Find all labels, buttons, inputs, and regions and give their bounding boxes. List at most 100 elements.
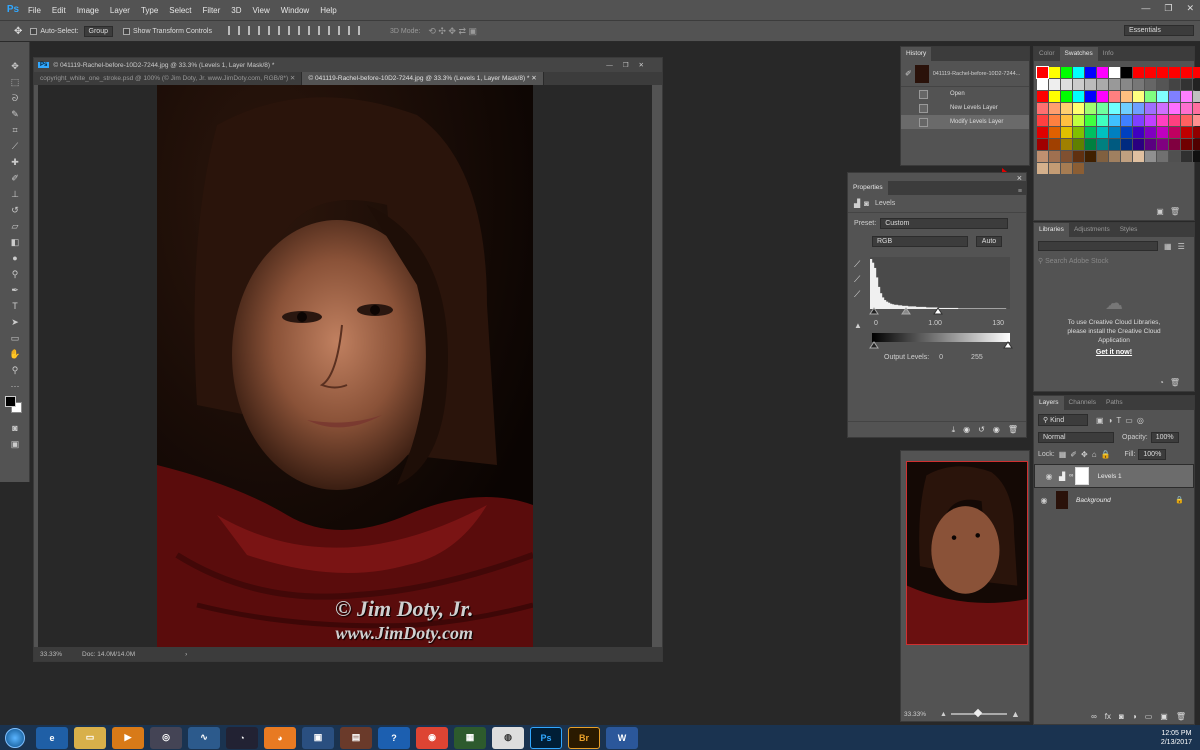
color-swatch[interactable] xyxy=(1169,103,1180,114)
color-swatch[interactable] xyxy=(1085,79,1096,90)
menu-edit[interactable]: Edit xyxy=(52,6,66,15)
start-button[interactable] xyxy=(0,725,30,750)
history-item-selected[interactable]: Modify Levels Layer xyxy=(901,115,1029,129)
tab-styles[interactable]: Styles xyxy=(1115,223,1143,237)
color-swatch[interactable] xyxy=(1193,67,1200,78)
gray-point-eyedropper-icon[interactable]: ⟋ xyxy=(854,272,866,287)
firefox-icon[interactable]: ◕ xyxy=(264,726,296,749)
color-swatch[interactable] xyxy=(1157,103,1168,114)
blend-mode-dropdown[interactable]: Normal xyxy=(1038,432,1114,443)
color-swatch[interactable] xyxy=(1037,127,1048,138)
color-swatch[interactable] xyxy=(1097,79,1108,90)
color-swatch[interactable] xyxy=(1181,67,1192,78)
minimize-button[interactable]: — xyxy=(1141,3,1150,14)
color-swatch[interactable] xyxy=(1181,151,1192,162)
doc-size[interactable]: Doc: 14.0M/14.0M xyxy=(82,651,135,658)
color-swatch[interactable] xyxy=(1181,103,1192,114)
color-swatch[interactable] xyxy=(1169,127,1180,138)
color-swatch[interactable] xyxy=(1169,67,1180,78)
color-swatch[interactable] xyxy=(1097,67,1108,78)
color-swatch[interactable] xyxy=(1085,115,1096,126)
3d-tools-icons[interactable]: ⟲ ✣ ✥ ⇄ ▣ xyxy=(428,26,477,37)
view-previous-icon[interactable]: ◉ xyxy=(963,425,970,434)
zoom-out-icon[interactable]: ▲ xyxy=(940,711,947,718)
color-swatch[interactable] xyxy=(1181,91,1192,102)
word-taskbar-icon[interactable]: W xyxy=(606,726,638,749)
path-select-icon[interactable]: ➤ xyxy=(0,314,30,330)
layer-name[interactable]: Background xyxy=(1076,497,1111,504)
color-swatch[interactable] xyxy=(1037,139,1048,150)
lock-icon[interactable]: 🔒 xyxy=(1175,496,1184,504)
color-swatch[interactable] xyxy=(1097,103,1108,114)
color-swatch[interactable] xyxy=(1037,79,1048,90)
color-swatch[interactable] xyxy=(1049,139,1060,150)
color-swatch[interactable] xyxy=(1049,103,1060,114)
output-black-value[interactable]: 0 xyxy=(939,354,943,361)
hand-icon[interactable]: ✋ xyxy=(0,346,30,362)
color-swatch[interactable] xyxy=(1085,139,1096,150)
stock-search[interactable]: ⚲ Search Adobe Stock xyxy=(1034,255,1194,267)
color-swatch[interactable] xyxy=(1061,91,1072,102)
input-white-value[interactable]: 130 xyxy=(992,320,1004,327)
color-swatch[interactable] xyxy=(1157,67,1168,78)
color-swatch[interactable] xyxy=(1097,91,1108,102)
tab-info[interactable]: Info xyxy=(1098,47,1119,61)
menu-view[interactable]: View xyxy=(253,6,270,15)
color-swatch[interactable] xyxy=(1037,115,1048,126)
color-swatch[interactable] xyxy=(1061,127,1072,138)
color-swatch[interactable] xyxy=(1085,91,1096,102)
link-layers-icon[interactable]: ∞ xyxy=(1091,712,1097,721)
app-icon[interactable]: ◎ xyxy=(150,726,182,749)
color-swatch[interactable] xyxy=(1181,127,1192,138)
align-buttons[interactable] xyxy=(227,25,368,37)
color-swatch[interactable] xyxy=(1145,151,1156,162)
color-swatch[interactable] xyxy=(1073,115,1084,126)
color-swatch[interactable] xyxy=(1145,127,1156,138)
reset-icon[interactable]: ↺ xyxy=(978,425,985,434)
color-swatch[interactable] xyxy=(1073,127,1084,138)
color-swatch[interactable] xyxy=(1193,151,1200,162)
input-sliders[interactable] xyxy=(868,307,1012,315)
input-black-value[interactable]: 0 xyxy=(874,320,878,327)
opacity-input[interactable]: 100% xyxy=(1150,432,1179,443)
color-swatch[interactable] xyxy=(1073,163,1084,174)
lasso-icon[interactable]: ᘐ xyxy=(0,90,30,106)
screen-mode-icon[interactable]: ▣ xyxy=(0,436,30,452)
healing-icon[interactable]: ✚ xyxy=(0,154,30,170)
color-swatch[interactable] xyxy=(1061,151,1072,162)
quick-select-icon[interactable]: ✎ xyxy=(0,106,30,122)
history-item[interactable]: New Levels Layer xyxy=(901,101,1029,115)
mask-icon[interactable]: ◙ xyxy=(864,199,869,208)
dodge-icon[interactable]: ⚲ xyxy=(0,266,30,282)
auto-select-checkbox[interactable] xyxy=(30,27,38,35)
color-swatch[interactable] xyxy=(1109,67,1120,78)
file-explorer-icon[interactable]: ▭ xyxy=(74,726,106,749)
color-swatch[interactable] xyxy=(1037,163,1048,174)
menu-file[interactable]: File xyxy=(28,6,41,15)
menu-3d[interactable]: 3D xyxy=(231,6,241,15)
color-swatch[interactable] xyxy=(1145,67,1156,78)
color-swatch[interactable] xyxy=(1157,127,1168,138)
color-swatch[interactable] xyxy=(1145,79,1156,90)
color-swatch[interactable] xyxy=(1157,79,1168,90)
clip-to-layer-icon[interactable]: ⤓ xyxy=(952,425,956,435)
bridge-taskbar-icon[interactable]: Br xyxy=(568,726,600,749)
chrome-icon[interactable]: ◉ xyxy=(416,726,448,749)
color-swatch[interactable] xyxy=(1049,79,1060,90)
color-swatch[interactable] xyxy=(1073,151,1084,162)
color-swatch[interactable] xyxy=(1073,103,1084,114)
tab-adjustments[interactable]: Adjustments xyxy=(1069,223,1115,237)
input-gamma-value[interactable]: 1.00 xyxy=(928,320,942,327)
canvas-area[interactable]: © Jim Doty, Jr. www.JimDoty.com xyxy=(38,85,652,650)
color-swatch[interactable] xyxy=(1169,151,1180,162)
show-transform-checkbox[interactable] xyxy=(123,27,130,35)
layer-row-levels[interactable]: ◉ ▟ ∞ Levels 1 xyxy=(1034,464,1194,488)
color-swatch[interactable] xyxy=(1049,91,1060,102)
color-swatch[interactable] xyxy=(1121,139,1132,150)
color-swatch[interactable] xyxy=(1109,91,1120,102)
maximize-button[interactable]: ❐ xyxy=(1164,3,1172,14)
visibility-eye-icon[interactable]: ◉ xyxy=(1039,496,1049,505)
color-swatch[interactable] xyxy=(1109,103,1120,114)
eraser-icon[interactable]: ▱ xyxy=(0,218,30,234)
quick-mask-icon[interactable]: ◙ xyxy=(0,420,30,436)
